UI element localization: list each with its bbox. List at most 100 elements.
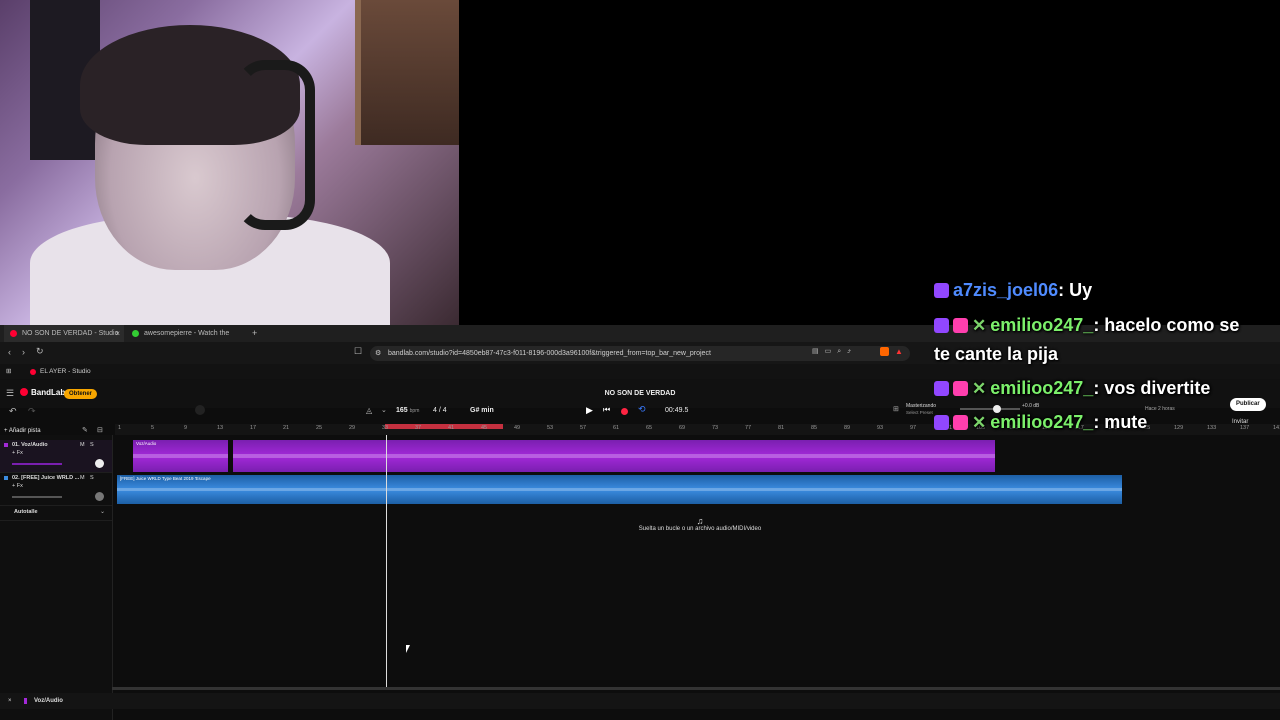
tempo-value[interactable]: 165 bpm [396,405,419,417]
menu-icon[interactable]: ☰ [6,388,14,399]
x-badge-icon: ✕ [972,316,987,335]
track-name[interactable]: 01. Voz/Audio [12,442,48,448]
chevron-down-icon[interactable]: ⌄ [100,508,105,515]
layout-icon[interactable]: ⊟ [97,426,103,434]
metronome-toggle[interactable] [195,405,205,415]
loop-icon[interactable]: ⟲ [638,404,646,415]
subscriber-badge-icon [934,318,949,333]
editor-track-name: Voz/Audio [34,698,63,704]
bandlab-logo[interactable]: BandLab [20,388,65,397]
ruler-tick-label: 29 [349,425,356,431]
kick-favicon [132,330,139,337]
mute-button[interactable]: M [80,475,85,481]
heart-badge-icon [953,318,968,333]
pan-knob[interactable] [95,459,104,468]
ruler-tick-label: 9 [184,425,188,431]
new-tab-icon[interactable]: + [252,328,257,338]
mastering-icon[interactable]: ⊞ [893,405,899,413]
extension-icons[interactable]: ▤▭⌕⤴ [812,347,857,356]
obtener-badge[interactable]: Obtener [64,389,98,399]
pan-knob[interactable] [95,492,104,501]
drop-zone[interactable]: ♫ Suelta un bucle o un archivo audio/MID… [560,516,840,532]
solo-button[interactable]: S [90,475,94,481]
ruler-tick-label: 85 [811,425,818,431]
ruler-tick-label: 17 [250,425,257,431]
chat-username: emilioo247_ [990,378,1094,398]
key-value[interactable]: G# min [470,405,494,417]
track-color [4,476,8,480]
ruler-tick-label: 81 [778,425,785,431]
fx-button[interactable]: + Fx [12,483,23,489]
brave-icon[interactable] [880,347,889,356]
apps-icon[interactable]: ⊞ [6,364,11,379]
webcam-feed [0,0,459,325]
track-header-beat[interactable]: 02. [FREE] Juice WRLD ... + Fx M S [0,473,112,506]
chat-username: emilioo247_ [990,412,1094,432]
bottom-panel-bar: × Voz/Audio [0,693,1280,709]
track-header-voz[interactable]: 01. Voz/Audio + Fx M S [0,440,112,473]
forward-icon[interactable]: › [22,347,25,357]
bookmark-favicon [30,369,36,375]
time-signature[interactable]: 4 / 4 [433,405,447,417]
audio-clip[interactable] [233,440,995,472]
ruler-tick-label: 1 [118,425,122,431]
rewards-icon[interactable]: ▲ [895,347,903,356]
subscriber-badge-icon [934,381,949,396]
redo-icon[interactable]: ↷ [28,406,36,417]
preset-label[interactable]: Select Preset [906,410,933,415]
edit-icon[interactable]: ✎ [82,426,88,434]
mute-button[interactable]: M [80,442,85,448]
audio-clip[interactable]: Voz/Audio [133,440,228,472]
volume-slider[interactable] [12,463,62,465]
track-header-autotune[interactable]: Autotalle ⌄ [0,506,112,521]
reload-icon[interactable]: ↻ [36,346,44,357]
play-icon[interactable]: ▶ [586,405,593,416]
chat-overlay: a7zis_joel06: Uy ✕ emilioo247_: hacelo co… [930,278,1280,438]
skip-back-icon[interactable]: ⏮ [603,405,610,415]
undo-icon[interactable]: ↶ [9,406,17,417]
headset [235,60,315,230]
chat-text: : Uy [1058,280,1093,300]
chat-message: ✕ emilioo247_: vos divertite [934,378,1210,399]
track-name[interactable]: 02. [FREE] Juice WRLD ... [12,475,79,481]
timeline-scrollbar[interactable] [112,687,1280,690]
site-info-icon[interactable]: ⚙ [375,346,381,361]
chat-username: a7zis_joel06 [953,280,1059,300]
back-icon[interactable]: ‹ [8,347,11,357]
track-list: 01. Voz/Audio + Fx M S 02. [FREE] Juice … [0,435,113,720]
ruler-tick-label: 97 [910,425,917,431]
ruler-tick-label: 69 [679,425,686,431]
add-track-button[interactable]: + Añadir pista [4,428,41,434]
solo-button[interactable]: S [90,442,94,448]
lane-voz[interactable]: Voz/Audio [115,440,1280,472]
lane-beat[interactable]: [FREE] Juice WRLD Type Beat 2019 'Escape [115,475,1280,504]
tab-title: NO SON DE VERDAD - Studio [22,330,119,337]
project-title[interactable]: NO SON DE VERDAD [580,390,700,397]
audio-clip[interactable]: [FREE] Juice WRLD Type Beat 2019 'Escape [117,475,1122,504]
mouse-cursor [406,645,410,653]
record-button[interactable] [621,408,628,415]
bookmark-el-ayer[interactable]: EL AYER - Studio [40,364,91,379]
metronome-icon[interactable]: ◬ [366,406,372,415]
track-color [24,698,27,704]
x-badge-icon: ✕ [972,379,987,398]
track-color [4,443,8,447]
close-icon[interactable]: × [115,325,120,342]
track-name[interactable]: Autotalle [14,509,38,515]
tab-studio[interactable]: NO SON DE VERDAD - Studio × [4,325,124,342]
playhead[interactable] [386,435,387,690]
music-note-icon: ♫ [696,516,704,526]
bookmark-icon[interactable]: ☐ [354,346,362,357]
heart-badge-icon [953,415,968,430]
fx-button[interactable]: + Fx [12,450,23,456]
heart-badge-icon [953,381,968,396]
close-icon[interactable]: × [8,693,12,709]
chevron-down-icon[interactable]: ⌄ [381,406,387,414]
tab-vod[interactable]: awesomepierre - Watch the VOD on [126,325,246,354]
volume-slider[interactable] [12,496,62,498]
ruler-tick-label: 65 [646,425,653,431]
drop-hint: Suelta un bucle o un archivo audio/MIDI/… [638,526,762,532]
ruler-tick-label: 37 [415,425,422,431]
background-door [355,0,459,145]
chat-message: ✕ emilioo247_: hacelo como se [934,315,1239,336]
